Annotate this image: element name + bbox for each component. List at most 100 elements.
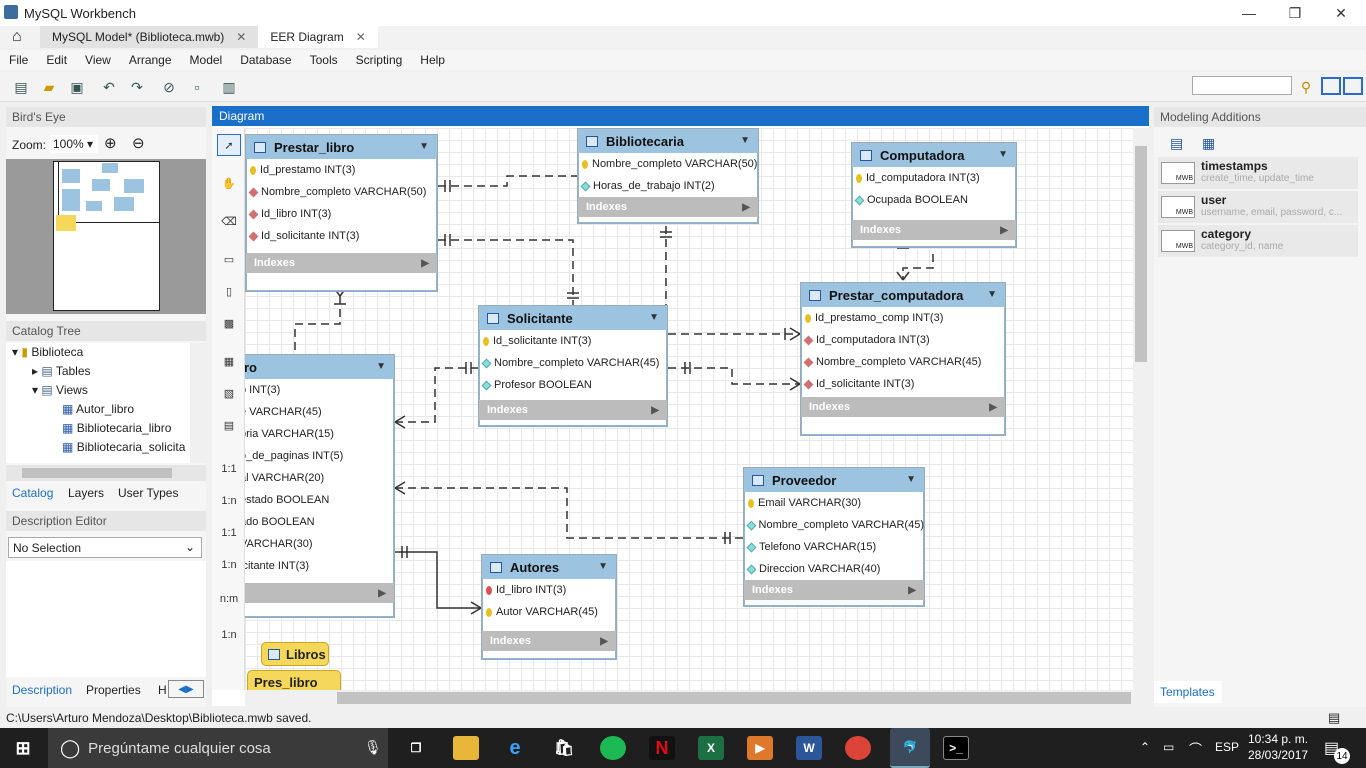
rel-existing-tool[interactable]: 1:n <box>217 624 241 646</box>
column[interactable]: Nombre_completo VARCHAR(45) <box>801 351 1005 373</box>
rel-1-n-tool[interactable]: 1:n <box>217 490 241 512</box>
chevron-down-icon[interactable]: ▼ <box>906 474 916 485</box>
tab-user-types[interactable]: User Types <box>118 486 178 500</box>
search-icon[interactable]: ⚲ <box>1297 78 1315 96</box>
task-view-icon[interactable]: ❐ <box>403 736 429 760</box>
menu-help[interactable]: Help <box>411 53 454 67</box>
save-icon[interactable]: ▣ <box>68 78 86 96</box>
chevron-down-icon[interactable]: ▼ <box>376 361 386 372</box>
routine-tool-icon[interactable]: ▤ <box>217 414 241 436</box>
windows-start-icon[interactable]: ⊞ <box>10 736 36 760</box>
wifi-icon[interactable]: ⌒ <box>1189 739 1202 758</box>
table-header[interactable]: Bibliotecaria ▼ <box>578 129 758 153</box>
column[interactable]: Id_computadora INT(3) <box>852 167 1016 189</box>
column[interactable]: Horas_de_trabajo INT(2) <box>578 175 758 197</box>
tree-views[interactable]: ▾ ▤ Views <box>32 383 88 397</box>
column[interactable]: Direccion VARCHAR(40) <box>744 558 924 580</box>
spotify-icon[interactable] <box>600 736 626 760</box>
layer-tool-icon[interactable]: ▭ <box>217 248 241 270</box>
tray-up-icon[interactable]: ⌃ <box>1140 740 1150 754</box>
eraser-tool-icon[interactable]: ⌫ <box>217 210 241 232</box>
note-tool-icon[interactable]: ▯ <box>217 280 241 302</box>
tab-properties[interactable]: Properties <box>86 683 141 697</box>
open-icon[interactable]: ▰ <box>40 78 58 96</box>
column[interactable]: ado BOOLEAN <box>245 511 394 533</box>
tab-catalog[interactable]: Catalog <box>12 486 53 500</box>
file-explorer-icon[interactable] <box>453 736 479 760</box>
tree-vscrollbar[interactable] <box>190 343 206 463</box>
column[interactable]: Autor VARCHAR(45) <box>482 601 616 623</box>
new-model-icon[interactable]: ▤ <box>12 78 30 96</box>
tree-hscrollbar[interactable] <box>6 465 206 481</box>
output-icon[interactable]: ▤ <box>1328 710 1340 726</box>
column[interactable]: Telefono VARCHAR(15) <box>744 536 924 558</box>
chevron-down-icon[interactable]: ▼ <box>649 312 659 323</box>
microphone-icon[interactable]: 🎙 <box>364 739 382 756</box>
table-header[interactable]: Prestar_computadora ▼ <box>801 283 1005 307</box>
column[interactable]: e VARCHAR(45) <box>245 401 394 423</box>
mysql-workbench-icon[interactable]: 🐬 <box>890 728 930 768</box>
excel-icon[interactable]: X <box>698 736 724 760</box>
addition-category[interactable]: MWB category category_id, name <box>1158 225 1358 257</box>
view-tool-icon[interactable]: ▧ <box>217 382 241 404</box>
language-indicator[interactable]: ESP <box>1215 740 1239 754</box>
scroll-thumb[interactable] <box>1135 146 1147 362</box>
zoom-select[interactable]: 100% ▾ <box>50 135 98 153</box>
media-player-icon[interactable]: ▶ <box>747 736 773 760</box>
note-libros[interactable]: Libros <box>261 642 329 666</box>
tab-scroll-icon[interactable]: ◀▶ <box>168 680 204 698</box>
calendar-icon[interactable]: ▦ <box>1202 135 1215 152</box>
menu-model[interactable]: Model <box>181 53 232 67</box>
menu-arrange[interactable]: Arrange <box>120 53 181 67</box>
search-box[interactable]: ◯ Pregúntame cualquier cosa 🎙 <box>48 728 388 768</box>
tree-tables[interactable]: ▸ ▤ Tables <box>32 364 91 378</box>
tree-schema[interactable]: ▾ ▮ Biblioteca <box>12 345 83 359</box>
scroll-thumb[interactable] <box>22 468 172 478</box>
column[interactable]: estado BOOLEAN <box>245 489 394 511</box>
column[interactable]: Nombre_completo VARCHAR(45) <box>479 352 667 374</box>
rel-1-1-nonid-tool[interactable]: 1:1 <box>217 522 241 544</box>
menu-tools[interactable]: Tools <box>301 53 347 67</box>
home-icon[interactable]: ⌂ <box>0 26 40 48</box>
addition-user[interactable]: MWB user username, email, password, c... <box>1158 191 1358 223</box>
netflix-icon[interactable]: N <box>649 736 675 760</box>
rel-n-m-tool[interactable]: n:m <box>217 588 241 610</box>
column[interactable]: o INT(3) <box>245 379 394 401</box>
table-header[interactable]: Solicitante ▼ <box>479 306 667 330</box>
indexes-row[interactable]: Indexes ▶ <box>744 580 924 600</box>
column[interactable]: oria VARCHAR(15) <box>245 423 394 445</box>
zoom-out-icon[interactable]: ⊖ <box>132 134 145 152</box>
canvas-hscrollbar[interactable] <box>245 690 1149 706</box>
table-prestar-computadora[interactable]: Prestar_computadora ▼ Id_prestamo_comp IN… <box>800 282 1006 436</box>
tab-layers[interactable]: Layers <box>68 486 104 500</box>
tree-view-item[interactable]: ▦ Bibliotecaria_libro <box>62 421 171 435</box>
menu-database[interactable]: Database <box>231 53 300 67</box>
add-template-icon[interactable]: ▤ <box>1170 135 1183 152</box>
indexes-row[interactable]: Indexes ▶ <box>852 220 1016 240</box>
table-bibliotecaria[interactable]: Bibliotecaria ▼ Nombre_completo VARCHAR(5… <box>577 128 759 224</box>
table-autores[interactable]: Autores ▼ Id_libro INT(3) Autor VARCHAR(4… <box>481 554 617 660</box>
tab-templates[interactable]: Templates <box>1154 681 1222 703</box>
selection-dropdown[interactable]: No Selection ⌄ <box>8 537 202 558</box>
menu-edit[interactable]: Edit <box>37 53 76 67</box>
table-tool-icon[interactable]: ▦ <box>217 350 241 372</box>
menu-scripting[interactable]: Scripting <box>347 53 412 67</box>
tree-view-item[interactable]: ▦ Bibliotecaria_solicita <box>62 440 185 454</box>
image-tool-icon[interactable]: ▩ <box>217 312 241 334</box>
column[interactable]: Ocupada BOOLEAN <box>852 189 1016 211</box>
chrome-icon[interactable] <box>845 736 871 760</box>
store-icon[interactable]: 🛍 <box>551 736 577 760</box>
tab-description[interactable]: Description <box>12 683 72 697</box>
clock-time[interactable]: 10:34 p. m. <box>1248 732 1308 746</box>
column[interactable]: Nombre_completo VARCHAR(45) <box>744 514 924 536</box>
indexes-row[interactable]: Indexes ▶ <box>479 400 667 420</box>
table-header[interactable]: Autores ▼ <box>482 555 616 579</box>
terminal-icon[interactable]: >_ <box>943 736 969 760</box>
rel-1-1-tool[interactable]: 1:1 <box>217 458 241 480</box>
chevron-down-icon[interactable]: ▼ <box>598 561 608 572</box>
redo-icon[interactable]: ↷ <box>128 78 146 96</box>
minimize-icon[interactable]: — <box>1226 0 1272 26</box>
table-header[interactable]: Computadora ▼ <box>852 143 1016 167</box>
tab-model[interactable]: MySQL Model* (Biblioteca.mwb) ✕ <box>40 26 259 48</box>
indexes-row[interactable]: Indexes ▶ <box>482 631 616 651</box>
